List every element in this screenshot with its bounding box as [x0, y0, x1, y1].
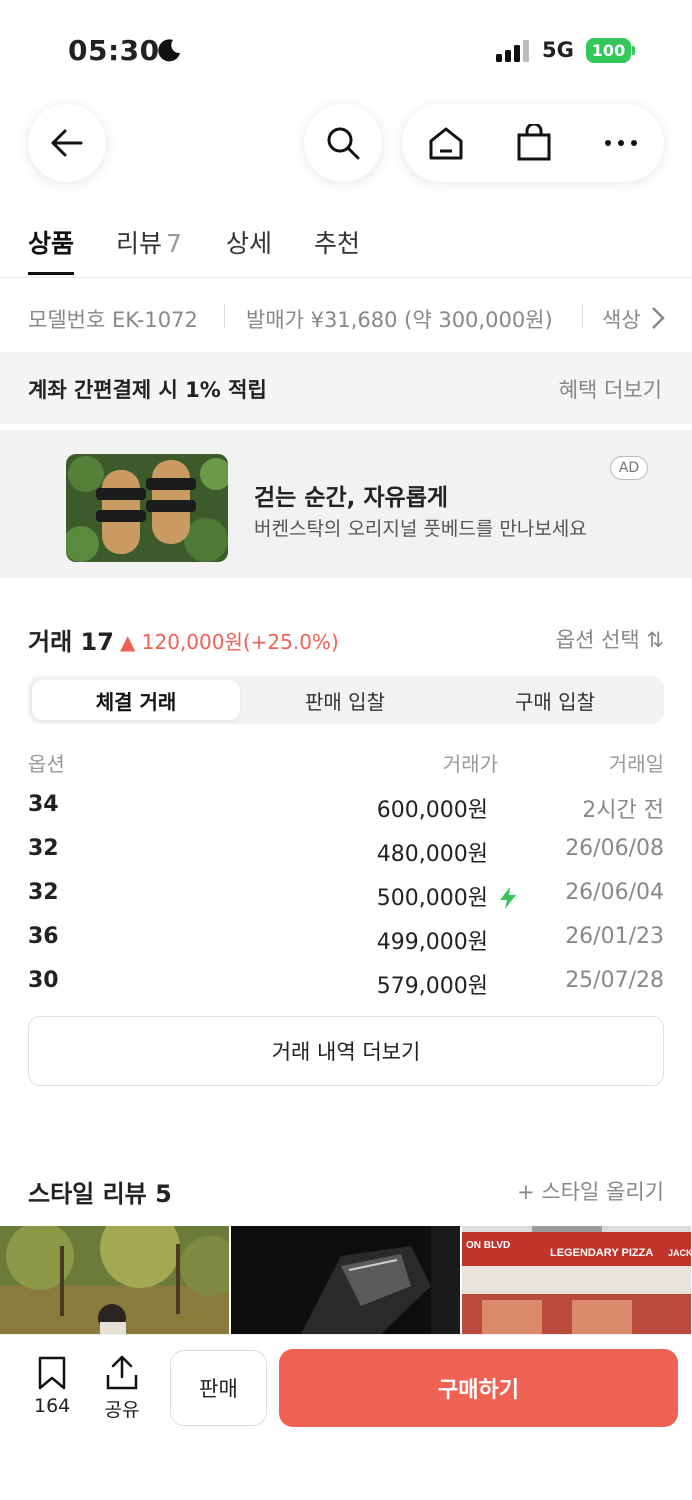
ad-badge: AD [610, 456, 648, 480]
release-price: 발매가 ¥31,680 (약 300,000원) [246, 308, 553, 332]
row-option: 36 [28, 924, 59, 949]
ad-subtitle: 버켄스탁의 오리지널 풋베드를 만나보세요 [254, 518, 587, 540]
status-time: 05:30 [68, 34, 160, 67]
row-price: 480,000원 [376, 842, 488, 867]
col-date: 거래일 [608, 752, 664, 776]
sign-text: ON BLVD [466, 1240, 510, 1251]
arrow-left-icon [51, 129, 83, 157]
row-option: 30 [28, 968, 59, 993]
style-photo[interactable] [231, 1226, 460, 1334]
home-icon[interactable] [427, 125, 465, 161]
table-row: 30 579,000원 25/07/28 [28, 964, 664, 1008]
bookmark-button[interactable]: 164 [34, 1355, 70, 1417]
tab-active-indicator [28, 272, 74, 275]
tab-recommend[interactable]: 추천 [314, 224, 360, 260]
style-photo[interactable] [0, 1226, 229, 1334]
row-date: 2시간 전 [582, 798, 664, 823]
table-row: 32 480,000원 26/06/08 [28, 832, 664, 876]
style-photo-row: ON BLVD LEGENDARY PIZZA JACK [0, 1226, 692, 1334]
benefit-banner: 계좌 간편결제 시 1% 적립 혜택 더보기 [0, 352, 692, 424]
tab-detail[interactable]: 상세 [226, 224, 272, 260]
row-date: 26/06/04 [565, 880, 664, 905]
ad-banner[interactable]: 걷는 순간, 자유롭게 버켄스탁의 오리지널 풋베드를 만나보세요 AD [0, 430, 692, 578]
trade-table: 옵션 거래가 거래일 34 600,000원 2시간 전 32 480,000원… [28, 744, 664, 1008]
price-change: ▲ 120,000원(+25.0%) [120, 630, 339, 654]
table-header: 옵션 거래가 거래일 [28, 744, 664, 788]
row-price: 500,000원 [376, 886, 488, 911]
tab-review-label: 리뷰 [116, 229, 163, 258]
segment-executed[interactable]: 체결 거래 [32, 680, 240, 720]
option-select-button[interactable]: 옵션 선택 ⇅ [556, 624, 664, 654]
ad-title: 걷는 순간, 자유롭게 [254, 485, 449, 511]
style-review-title: 스타일 리뷰 5 [28, 1180, 172, 1208]
chevron-right-icon[interactable] [650, 306, 666, 330]
table-row: 34 600,000원 2시간 전 [28, 788, 664, 832]
lightning-icon [500, 887, 516, 909]
row-option: 32 [28, 836, 59, 861]
col-price: 거래가 [442, 752, 498, 776]
tab-review[interactable]: 리뷰 7 [116, 224, 182, 260]
row-price: 600,000원 [376, 798, 488, 823]
model-number: 모델번호 EK-1072 [28, 308, 198, 332]
row-price: 499,000원 [376, 930, 488, 955]
color-info: 색상 [602, 308, 641, 332]
bottom-action-bar: 164 공유 판매 구매하기 [0, 1334, 692, 1500]
segment-buy-bids[interactable]: 구매 입찰 [450, 680, 660, 720]
bookmark-count: 164 [34, 1395, 71, 1417]
more-dots-icon[interactable] [603, 138, 639, 148]
trade-history-more-button[interactable]: 거래 내역 더보기 [28, 1016, 664, 1086]
divider [582, 304, 583, 328]
back-button[interactable] [28, 104, 106, 182]
col-option: 옵션 [28, 752, 65, 776]
nav-actions [402, 104, 664, 182]
style-review-header: 스타일 리뷰 5 + 스타일 올리기 [28, 1172, 664, 1212]
row-date: 26/06/08 [565, 836, 664, 861]
buy-button[interactable]: 구매하기 [279, 1349, 678, 1427]
segment-sell-bids[interactable]: 판매 입찰 [240, 680, 450, 720]
bookmark-icon [38, 1356, 66, 1390]
moon-icon [158, 39, 180, 62]
signal-icon [496, 40, 529, 62]
battery-icon: 100 [586, 38, 631, 63]
share-button[interactable]: 공유 [104, 1355, 140, 1422]
tab-review-count: 7 [166, 229, 182, 258]
table-row: 32 500,000원 26/06/04 [28, 876, 664, 920]
divider [224, 304, 225, 328]
tab-product-label: 상품 [28, 229, 75, 258]
sign-text: JACK [668, 1248, 691, 1258]
tab-product[interactable]: 상품 [28, 224, 74, 260]
trade-header: 거래 17 ▲ 120,000원(+25.0%) 옵션 선택 ⇅ [28, 620, 664, 660]
benefit-text: 계좌 간편결제 시 1% 적립 [28, 378, 267, 402]
share-label: 공유 [104, 1399, 140, 1421]
status-bar: 05:30 5G 100 [0, 0, 692, 100]
search-button[interactable] [304, 104, 382, 182]
tab-bar: 상품 리뷰 7 상세 추천 [0, 216, 692, 278]
row-option: 32 [28, 880, 59, 905]
ad-image [66, 454, 228, 562]
trade-title: 거래 17 [28, 628, 114, 656]
style-photo[interactable]: ON BLVD LEGENDARY PIZZA JACK [462, 1226, 691, 1334]
row-option: 34 [28, 792, 59, 817]
row-date: 25/07/28 [565, 968, 664, 993]
table-row: 36 499,000원 26/01/23 [28, 920, 664, 964]
search-icon [327, 127, 360, 160]
share-icon [106, 1355, 138, 1390]
row-price: 579,000원 [376, 974, 488, 999]
row-date: 26/01/23 [565, 924, 664, 949]
battery-tip [632, 46, 635, 55]
network-label: 5G [542, 38, 574, 62]
tab-recommend-label: 추천 [314, 229, 361, 258]
sell-button[interactable]: 판매 [170, 1350, 267, 1426]
trade-segment-control: 체결 거래 판매 입찰 구매 입찰 [28, 676, 664, 724]
benefit-more-link[interactable]: 혜택 더보기 [559, 374, 662, 404]
product-info-strip[interactable]: 모델번호 EK-1072 발매가 ¥31,680 (약 300,000원) 색상 [0, 282, 692, 352]
sign-text: LEGENDARY PIZZA [550, 1247, 653, 1259]
style-upload-button[interactable]: + 스타일 올리기 [517, 1176, 664, 1206]
tab-detail-label: 상세 [226, 229, 273, 258]
shopping-bag-icon[interactable] [516, 124, 552, 162]
